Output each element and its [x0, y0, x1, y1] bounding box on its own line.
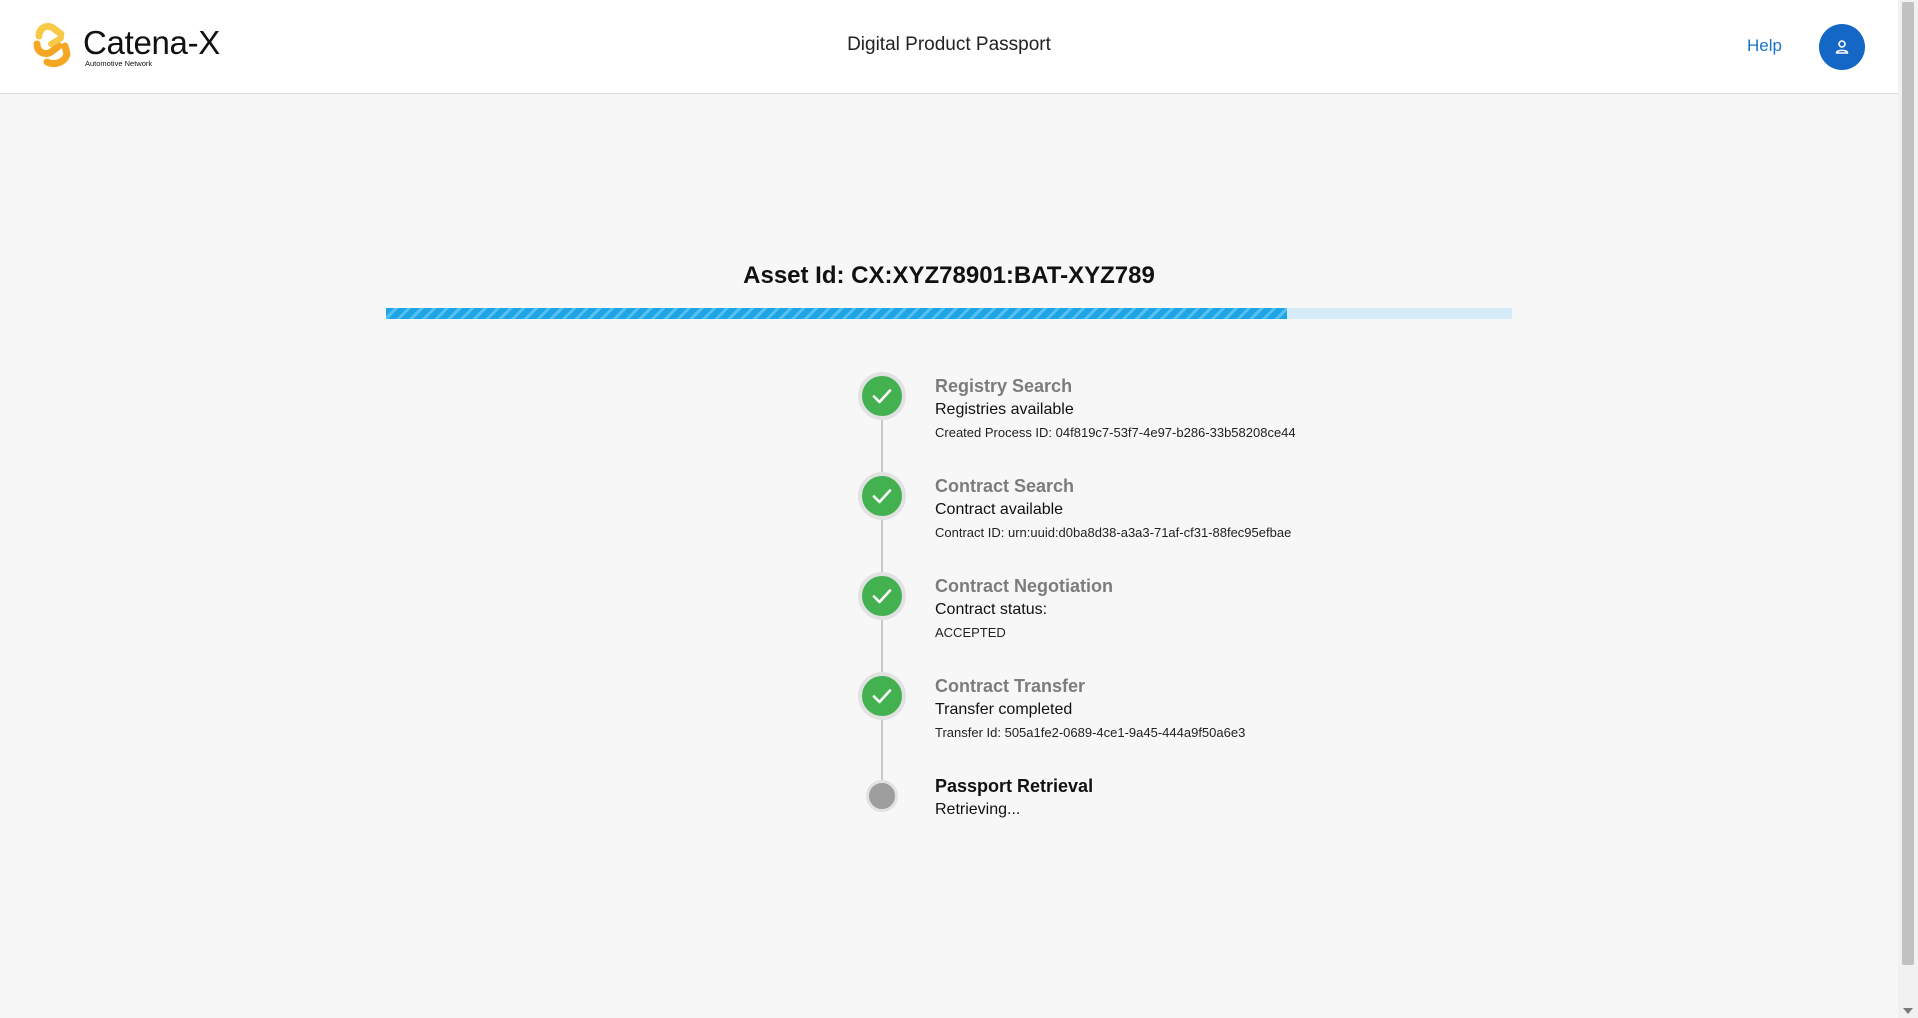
step-status: Retrieving...: [935, 801, 1021, 818]
check-icon: [872, 389, 892, 404]
step-status: Transfer completed: [935, 701, 1073, 718]
step-done-marker: [858, 372, 906, 420]
step-status: Contract status:: [935, 601, 1048, 618]
check-icon: [872, 589, 892, 604]
step-title: Registry Search: [935, 376, 1073, 396]
step-detail: Created Process ID: 04f819c7-53f7-4e97-b…: [935, 425, 1296, 440]
step-title: Contract Negotiation: [935, 576, 1113, 596]
step-detail: Contract ID: urn:uuid:d0ba8d38-a3a3-71af…: [935, 525, 1292, 540]
asset-id-heading: Asset Id: CX:XYZ78901:BAT-XYZ789: [743, 262, 1155, 289]
vertical-scrollbar[interactable]: [1898, 0, 1918, 1018]
progress-bar-fill: [386, 308, 1287, 319]
app-header: Catena-X Automotive Network Digital Prod…: [0, 0, 1898, 94]
help-link[interactable]: Help: [1747, 36, 1782, 56]
step-done-marker: [858, 472, 906, 520]
check-icon: [872, 689, 892, 704]
page-title: Digital Product Passport: [847, 34, 1051, 55]
step-done-marker: [858, 672, 906, 720]
step-detail: ACCEPTED: [935, 625, 1006, 640]
user-avatar-button[interactable]: [1819, 24, 1865, 70]
check-icon: [872, 489, 892, 504]
step-title: Contract Search: [935, 476, 1075, 496]
progress-bar: [386, 308, 1512, 319]
step-status: Contract available: [935, 501, 1064, 518]
step-title: Contract Transfer: [935, 676, 1086, 696]
step-done-marker: [858, 572, 906, 620]
step-pending-marker: [866, 780, 898, 812]
logo-subtitle: Automotive Network: [85, 59, 153, 68]
step-detail: Transfer Id: 505a1fe2-0689-4ce1-9a45-444…: [935, 725, 1246, 740]
person-icon: [1835, 40, 1849, 54]
scrollbar-thumb[interactable]: [1902, 2, 1914, 965]
step-title: Passport Retrieval: [935, 776, 1094, 796]
scroll-down-arrow-icon[interactable]: [1903, 1008, 1913, 1014]
step-status: Registries available: [935, 401, 1074, 418]
